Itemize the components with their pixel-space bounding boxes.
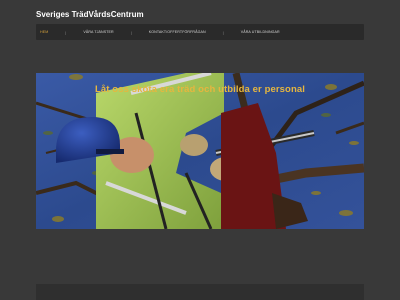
nav-item-vara-tjanster[interactable]: Våra tjänster [80,30,116,34]
footer [36,284,364,300]
nav-separator: | [65,29,67,35]
site-title[interactable]: Sveriges TrädVårdsCentrum [36,10,144,19]
nav-separator: | [222,29,224,35]
hero-image [36,73,364,229]
hero-banner: Låt oss sköta era träd och utbilda er pe… [36,73,364,229]
hero-headline: Låt oss sköta era träd och utbilda er pe… [95,84,305,95]
main-nav: Hem | Våra tjänster | Kontakt/offertförf… [36,24,364,40]
nav-item-kontakt[interactable]: Kontakt/offertförfrågan [146,30,209,34]
nav-item-vara-utbildningar[interactable]: Våra utbildningar [238,30,283,34]
nav-item-hem[interactable]: Hem [37,30,51,34]
nav-separator: | [130,29,132,35]
